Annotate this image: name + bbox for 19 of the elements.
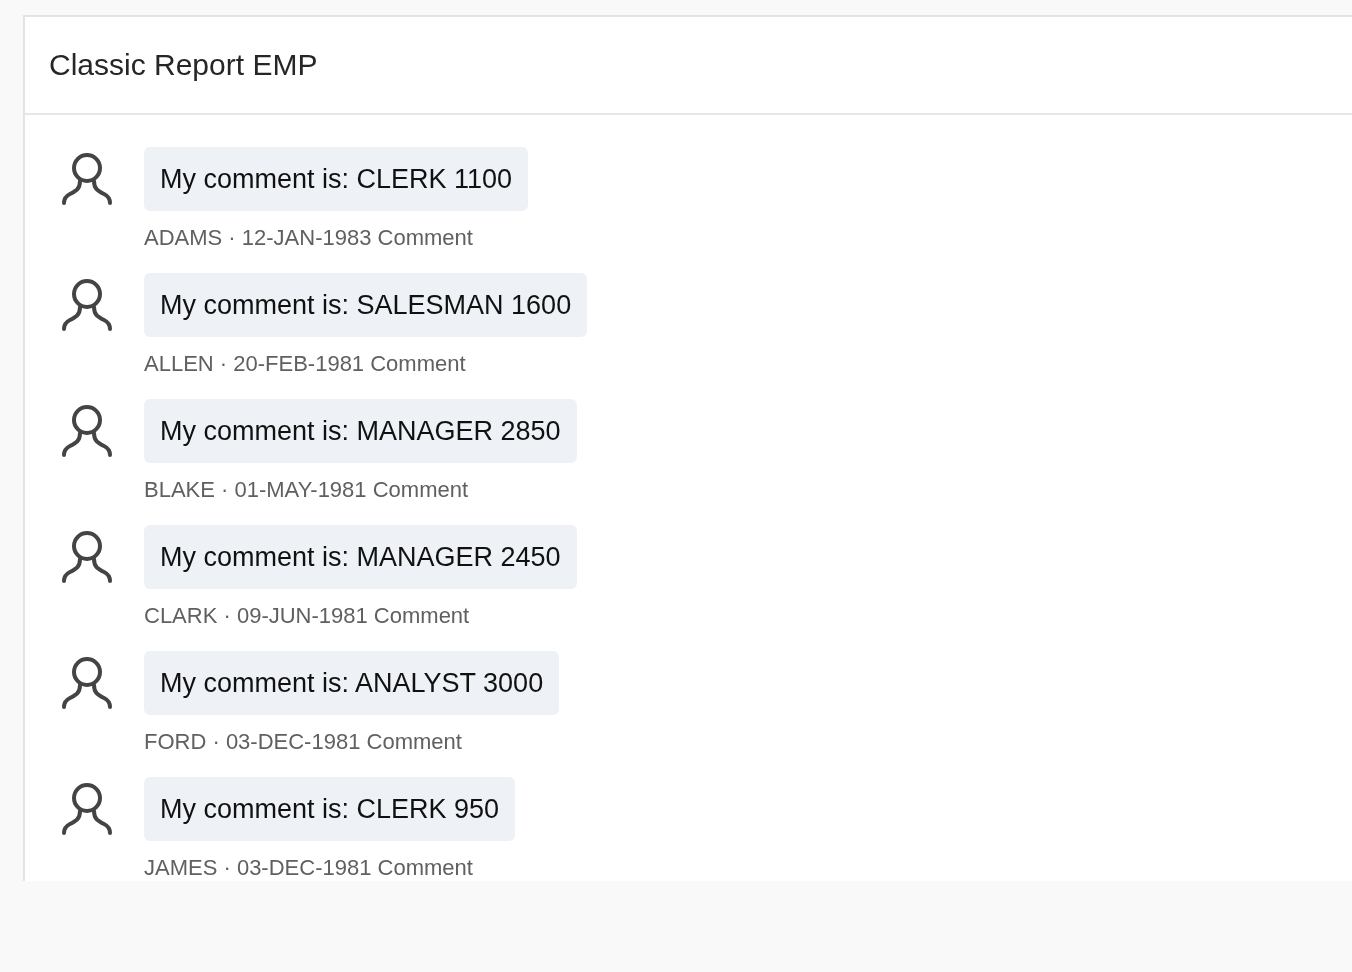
user-icon — [62, 655, 112, 711]
comment-bubble: My comment is: SALESMAN 1600 — [144, 273, 588, 337]
comment-meta: FORD · 03-DEC-1981 Comment — [144, 729, 462, 755]
comment-meta: CLARK · 09-JUN-1981 Comment — [144, 603, 470, 629]
comment-meta: BLAKE · 01-MAY-1981 Comment — [144, 477, 469, 503]
comment-bubble: My comment is: MANAGER 2850 — [144, 399, 577, 463]
comment-bubble: My comment is: CLERK 950 — [144, 777, 516, 841]
user-icon — [62, 403, 112, 459]
user-icon — [62, 529, 112, 585]
user-icon — [62, 151, 112, 207]
comment-bubble: My comment is: ANALYST 3000 — [144, 651, 560, 715]
user-icon — [62, 781, 112, 837]
comment-meta: JAMES · 03-DEC-1981 Comment — [144, 855, 473, 881]
comment-bubble: My comment is: MANAGER 2450 — [144, 525, 577, 589]
region-title: Classic Report EMP — [49, 48, 318, 82]
comment-meta: ADAMS · 12-JAN-1983 Comment — [144, 225, 473, 251]
user-icon — [62, 277, 112, 333]
comment-bubble: My comment is: CLERK 1100 — [144, 147, 529, 211]
comment-meta: ALLEN · 20-FEB-1981 Comment — [144, 351, 466, 377]
